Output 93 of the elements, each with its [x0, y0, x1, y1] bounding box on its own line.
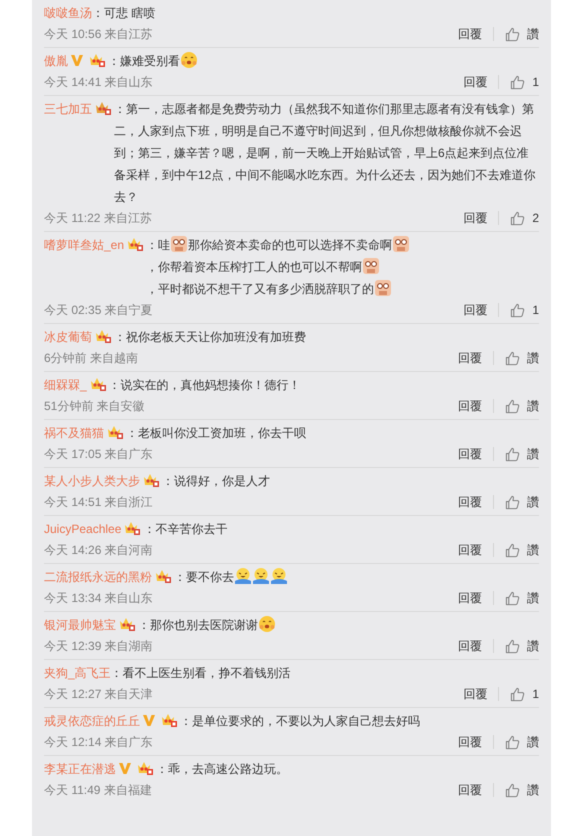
member-crown-icon	[88, 52, 106, 68]
comment-text: ：祝你老板天天让你加班没有加班费	[114, 329, 306, 346]
comment-text: ：老板叫你没工资加班，你去干呗	[126, 425, 306, 442]
reply-button[interactable]: 回覆	[458, 397, 482, 415]
reply-button[interactable]: 回覆	[458, 781, 482, 799]
reply-button[interactable]: 回覆	[458, 493, 482, 511]
member-crown-icon	[136, 760, 154, 776]
comment-text: ：可悲 瞎喷	[92, 5, 156, 22]
thumbs-up-icon	[505, 590, 520, 606]
comment-text: ：是单位要求的，不要以为人家自己想去好吗	[180, 713, 420, 730]
comment-meta: 51分钟前 来自安徽	[44, 398, 145, 415]
member-crown-icon	[160, 712, 178, 728]
like-button[interactable]: 讚	[505, 541, 539, 559]
comment-meta: 今天 14:26 来自河南	[44, 542, 153, 559]
like-button[interactable]: 讚	[505, 781, 539, 799]
blushing-face-icon	[258, 615, 276, 633]
reply-button[interactable]: 回覆	[458, 349, 482, 367]
comment-meta: 今天 11:49 来自福建	[44, 782, 152, 799]
like-button[interactable]: 1	[510, 685, 539, 703]
thumbs-up-icon	[505, 398, 520, 414]
verified-v-icon	[142, 714, 156, 727]
thumbs-up-icon	[505, 734, 520, 750]
comment-text: ：乖，去高速公路边玩。	[156, 761, 288, 778]
thumbs-up-icon	[505, 26, 520, 42]
comment-text: ：说得好，你是人才	[162, 473, 270, 490]
like-button[interactable]: 讚	[505, 733, 539, 751]
member-crown-icon	[123, 520, 142, 536]
thumbs-up-icon	[505, 638, 520, 654]
member-crown-icon	[94, 328, 112, 344]
comment-text: ：不辛苦你去干	[143, 521, 228, 538]
comment-text: ：嫌难受别看	[108, 53, 180, 70]
thumbs-up-icon	[510, 686, 526, 702]
thumbs-up-icon	[510, 74, 526, 90]
thumbs-up-icon	[505, 782, 520, 798]
comment-text: ：哇	[146, 237, 170, 254]
like-button[interactable]: 讚	[505, 637, 539, 655]
member-crown-icon	[106, 424, 124, 440]
reply-button[interactable]: 回覆	[463, 73, 488, 91]
comment-text: ，平时都说不想干了又有多少洒脱辞职了的	[146, 281, 374, 298]
reply-button[interactable]: 回覆	[458, 589, 482, 607]
like-button[interactable]: 2	[510, 209, 539, 227]
comment-meta: 今天 13:34 来自山东	[44, 590, 153, 607]
laughing-face-icon	[270, 567, 288, 585]
laughing-face-icon	[234, 567, 252, 585]
comment-meta: 今天 12:39 来自湖南	[44, 638, 153, 655]
reply-button[interactable]: 回覆	[463, 685, 488, 703]
comment-meta: 今天 14:41 来自山东	[44, 74, 153, 91]
reply-button[interactable]: 回覆	[458, 541, 482, 559]
verified-v-icon	[118, 762, 132, 775]
thumbs-up-icon	[505, 542, 520, 558]
like-button[interactable]: 讚	[505, 445, 539, 463]
thumbs-up-icon	[510, 302, 526, 318]
thumbs-up-icon	[505, 350, 520, 366]
blushing-face-icon	[180, 51, 198, 69]
comment-meta: 今天 12:14 来自广东	[44, 734, 153, 751]
comment-text: ：那你也别去医院谢谢	[138, 617, 258, 634]
reply-button[interactable]: 回覆	[458, 733, 482, 751]
member-crown-icon	[126, 236, 144, 252]
reply-button[interactable]: 回覆	[463, 209, 488, 227]
comment-meta: 今天 14:51 来自浙江	[44, 494, 153, 511]
member-crown-icon	[142, 472, 160, 488]
like-button[interactable]: 讚	[505, 397, 539, 415]
reply-button[interactable]: 回覆	[463, 301, 488, 319]
like-button[interactable]: 讚	[505, 349, 539, 367]
thumbs-up-icon	[505, 494, 520, 510]
comment-text: ：看不上医生别看，挣不着钱别活	[110, 665, 291, 682]
verified-v-icon	[70, 54, 84, 67]
reply-button[interactable]: 回覆	[458, 445, 482, 463]
comment-meta: 今天 12:27 来自天津	[44, 686, 153, 703]
comment-text: ：说实在的，真他妈想揍你！德行！	[108, 377, 301, 394]
like-button[interactable]: 1	[510, 73, 539, 91]
like-button[interactable]: 1	[510, 301, 539, 319]
reply-button[interactable]: 回覆	[458, 25, 482, 43]
comment-text: ，你帮着资本压榨打工人的也可以不帮啊	[146, 259, 362, 276]
comment-text: ：第一，志愿者都是免费劳动力（虽然我不知道你们那里志愿者有没有钱拿）第二，人家到点下班，明明是自己不遵守时间迟到，但凡你想做核酸你就不会迟到；第三，嫌辛苦？嗯，是啊，前一天晚上开始贴试管，早上6点起来到点位准备采样，到中午12点，中间不能喝水吃东西。为什么还去，因为她们不去难道你去？	[114, 101, 536, 206]
laughing-face-icon	[252, 567, 270, 585]
comment-meta: 今天 17:05 来自广东	[44, 446, 153, 463]
like-button[interactable]: 讚	[505, 25, 539, 43]
reply-button[interactable]: 回覆	[458, 637, 482, 655]
like-button[interactable]: 讚	[505, 493, 539, 511]
like-button[interactable]: 讚	[505, 589, 539, 607]
member-crown-icon	[94, 100, 112, 116]
comment-text: ：要不你去	[174, 569, 234, 586]
member-crown-icon	[88, 376, 107, 392]
thumbs-up-icon	[505, 446, 520, 462]
thumbs-up-icon	[510, 210, 526, 226]
comment-meta: 今天 10:56 来自江苏	[44, 26, 153, 43]
comment-meta: 今天 02:35 来自宁夏	[44, 302, 153, 319]
member-crown-icon	[154, 568, 172, 584]
member-crown-icon	[118, 616, 136, 632]
comment-meta: 今天 11:22 来自江苏	[44, 210, 152, 227]
comment-meta: 6分钟前 来自越南	[44, 350, 138, 367]
comment-text: 那你給资本卖命的也可以选择不卖命啊	[188, 237, 392, 254]
